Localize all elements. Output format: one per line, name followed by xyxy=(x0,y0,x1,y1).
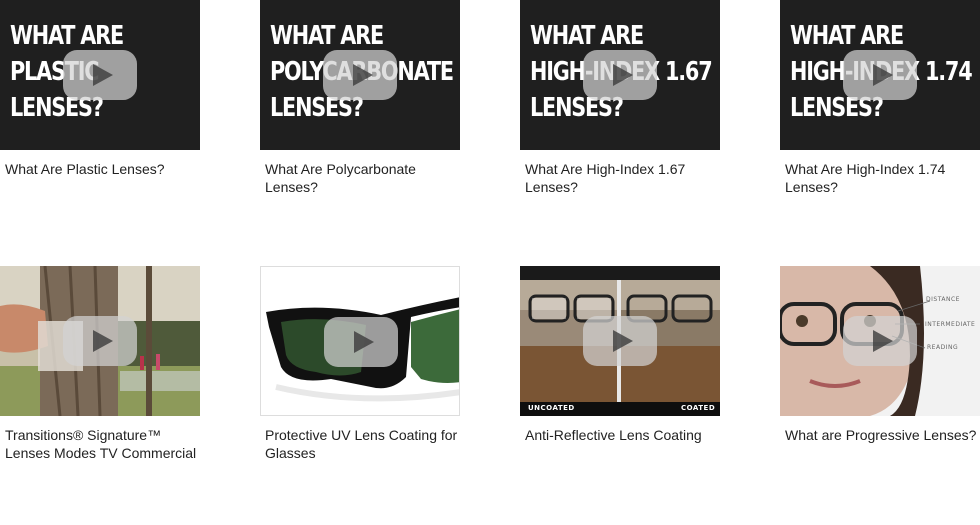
video-card-transitions-signature[interactable]: Transitions® Signature™ Lenses Modes TV … xyxy=(0,266,200,462)
video-thumbnail[interactable]: WHAT ARE HIGH-INDEX 1.67 LENSES? xyxy=(520,0,720,150)
video-thumbnail[interactable]: WHAT ARE HIGH-INDEX 1.74 LENSES? xyxy=(780,0,980,150)
play-button-icon[interactable] xyxy=(583,50,657,100)
video-thumbnail[interactable]: WHAT ARE POLYCARBONATE LENSES? xyxy=(260,0,460,150)
play-button-icon[interactable] xyxy=(843,50,917,100)
intermediate-label: INTERMEDIATE xyxy=(925,321,976,328)
play-button-icon[interactable] xyxy=(63,316,137,366)
video-caption[interactable]: What Are High-Index 1.74 Lenses? xyxy=(780,160,980,196)
play-button-icon[interactable] xyxy=(63,50,137,100)
video-caption[interactable]: What are Progressive Lenses? xyxy=(780,426,980,444)
reading-label: READING xyxy=(927,344,959,351)
video-card-plastic-lenses[interactable]: WHAT ARE PLASTIC LENSES? What Are Plasti… xyxy=(0,0,200,178)
video-thumbnail[interactable]: UNCOATED COATED xyxy=(520,266,720,416)
video-caption[interactable]: Transitions® Signature™ Lenses Modes TV … xyxy=(0,426,200,462)
play-button-icon[interactable] xyxy=(323,50,397,100)
video-thumbnail[interactable] xyxy=(0,266,200,416)
play-button-icon[interactable] xyxy=(324,317,398,367)
video-card-progressive-lenses[interactable]: DISTANCE INTERMEDIATE READING What are P… xyxy=(780,266,980,444)
video-caption[interactable]: What Are Plastic Lenses? xyxy=(0,160,200,178)
distance-label: DISTANCE xyxy=(926,296,960,303)
video-card-anti-reflective[interactable]: UNCOATED COATED Anti-Reflective Lens Coa… xyxy=(520,266,720,444)
video-card-high-index-167[interactable]: WHAT ARE HIGH-INDEX 1.67 LENSES? What Ar… xyxy=(520,0,720,196)
video-card-uv-coating[interactable]: Protective UV Lens Coating for Glasses xyxy=(260,266,460,462)
video-caption[interactable]: What Are Polycarbonate Lenses? xyxy=(260,160,460,196)
video-card-high-index-174[interactable]: WHAT ARE HIGH-INDEX 1.74 LENSES? What Ar… xyxy=(780,0,980,196)
coated-label: COATED xyxy=(681,404,716,412)
video-caption[interactable]: Protective UV Lens Coating for Glasses xyxy=(260,426,460,462)
video-caption[interactable]: What Are High-Index 1.67 Lenses? xyxy=(520,160,720,196)
video-thumbnail[interactable]: WHAT ARE PLASTIC LENSES? xyxy=(0,0,200,150)
uncoated-label: UNCOATED xyxy=(528,404,575,412)
video-thumbnail[interactable] xyxy=(260,266,460,416)
play-button-icon[interactable] xyxy=(583,316,657,366)
video-thumbnail[interactable]: DISTANCE INTERMEDIATE READING xyxy=(780,266,980,416)
video-caption[interactable]: Anti-Reflective Lens Coating xyxy=(520,426,720,444)
play-button-icon[interactable] xyxy=(843,316,917,366)
video-card-polycarbonate-lenses[interactable]: WHAT ARE POLYCARBONATE LENSES? What Are … xyxy=(260,0,460,196)
